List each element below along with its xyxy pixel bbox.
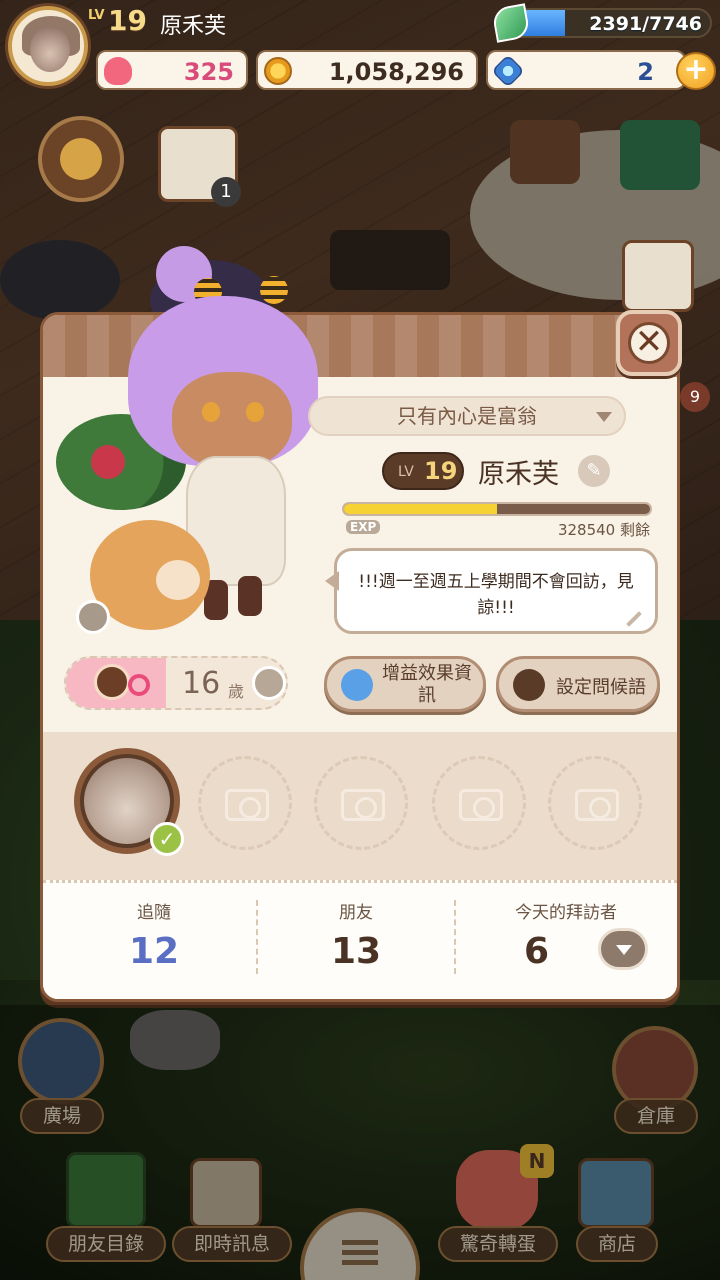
title-dropdown[interactable]: 只有內心是富翁 <box>308 396 626 436</box>
character-face <box>172 372 292 468</box>
greeting-text: !!!週一至週五上學期間不會回訪，見諒!!! <box>358 572 634 618</box>
stat-friends[interactable]: 朋友 13 <box>286 898 426 972</box>
edit-greeting-pencil-icon <box>626 611 642 627</box>
plaza-button[interactable]: 廣場 <box>20 1098 104 1134</box>
shop-stall-icon[interactable] <box>578 1158 654 1228</box>
stat-following[interactable]: 追隨 12 <box>84 898 224 972</box>
gender-age-widget: 16 歲 <box>64 656 288 710</box>
calendar-badge: 1 <box>211 177 241 207</box>
stat-label: 今天的拜訪者 <box>515 903 617 923</box>
camera-add-icon <box>341 789 385 821</box>
expand-up-button[interactable] <box>38 116 124 202</box>
avatar-photo <box>30 26 70 72</box>
add-gems-button[interactable]: + <box>676 52 716 90</box>
stat-divider <box>454 900 456 974</box>
profile-level-number: 19 <box>424 457 458 485</box>
chevron-down-icon <box>616 945 632 955</box>
buff-info-icon <box>341 669 373 701</box>
title-dropdown-value: 只有內心是富翁 <box>397 404 537 428</box>
hud-avatar[interactable] <box>8 6 88 86</box>
bee-antenna-right <box>260 276 288 304</box>
hearts-value: 325 <box>183 58 234 86</box>
camera-add-icon <box>459 789 503 821</box>
check-icon: ✓ <box>150 822 184 856</box>
age-unit: 歲 <box>228 682 245 701</box>
gacha-new-badge: N <box>520 1144 554 1178</box>
surprise-gacha-button[interactable]: 驚奇轉蛋 <box>438 1226 558 1262</box>
profile-player-name: 原禾芙 <box>478 459 559 490</box>
set-greeting-label: 設定問候語 <box>556 677 646 698</box>
gems-value: 2 <box>637 58 654 86</box>
instant-message-button[interactable]: 即時訊息 <box>172 1226 292 1262</box>
exp-remaining: 328540 剩餘 <box>557 521 650 539</box>
stat-label: 朋友 <box>339 903 373 923</box>
coins-value: 1,058,296 <box>328 58 464 86</box>
photo-slot-4[interactable] <box>432 756 526 850</box>
stat-value: 12 <box>128 931 180 972</box>
set-greeting-button[interactable]: 設定問候語 <box>496 656 660 712</box>
energy-bar: 2391/7746 <box>498 8 712 38</box>
greeting-face-icon <box>513 669 545 701</box>
hud-level-prefix: LV <box>88 8 105 23</box>
hearts-counter[interactable]: 325 <box>96 50 248 90</box>
notebook-icon[interactable] <box>622 240 694 312</box>
chevron-up-icon <box>60 138 102 180</box>
female-symbol-icon <box>128 674 150 696</box>
gem-icon <box>491 54 525 88</box>
close-icon: ✕ <box>628 322 670 364</box>
photo-slot-3[interactable] <box>314 756 408 850</box>
coins-counter[interactable]: 1,058,296 <box>256 50 478 90</box>
greeting-message-bubble[interactable]: !!!週一至週五上學期間不會回訪，見諒!!! <box>325 548 658 634</box>
hud-player-name: 原禾芙 <box>160 14 227 39</box>
profile-level-badge: LV 19 <box>382 452 464 490</box>
exp-progress-bar <box>342 502 652 516</box>
energy-text: 2391/7746 <box>589 13 702 35</box>
stat-divider <box>256 900 258 974</box>
friends-book-icon[interactable] <box>66 1152 146 1228</box>
stat-value: 13 <box>330 931 382 972</box>
photo-slot-2[interactable] <box>198 756 292 850</box>
message-card-icon[interactable] <box>190 1158 262 1228</box>
profile-level-prefix: LV <box>398 464 414 480</box>
edit-name-pencil-icon[interactable]: ✎ <box>578 455 610 487</box>
plaza-tree-icon[interactable] <box>18 1018 104 1104</box>
heart-icon <box>104 57 132 85</box>
warehouse-button[interactable]: 倉庫 <box>614 1098 698 1134</box>
hud-level: 19 <box>108 4 147 37</box>
close-button[interactable]: ✕ <box>616 310 682 376</box>
side-count-badge: 9 <box>680 382 710 412</box>
gems-counter[interactable]: 2 <box>486 50 686 90</box>
menu-icon <box>342 1240 378 1245</box>
stat-label: 追隨 <box>137 903 171 923</box>
exp-label: EXP <box>346 520 381 534</box>
camera-add-icon <box>575 789 619 821</box>
chevron-down-icon <box>596 412 612 422</box>
character-boot-right <box>238 576 262 616</box>
coin-icon <box>264 57 292 85</box>
girl-avatar-icon <box>94 664 130 700</box>
age-value: 16 <box>182 666 221 701</box>
photo-slot-5[interactable] <box>548 756 642 850</box>
character-settings-gear-icon[interactable] <box>76 600 110 634</box>
buff-info-button[interactable]: 增益效果資訊 <box>324 656 486 712</box>
buff-info-label: 增益效果資訊 <box>382 663 472 706</box>
visitors-dropdown-button[interactable] <box>598 928 648 970</box>
shop-button[interactable]: 商店 <box>576 1226 658 1262</box>
camera-add-icon <box>225 789 269 821</box>
calendar-icon[interactable]: 1 <box>158 126 241 207</box>
bubble-tail <box>325 571 339 591</box>
age-settings-gear-icon[interactable] <box>252 666 286 700</box>
exp-progress-fill <box>344 504 497 514</box>
friends-list-button[interactable]: 朋友目錄 <box>46 1226 166 1262</box>
